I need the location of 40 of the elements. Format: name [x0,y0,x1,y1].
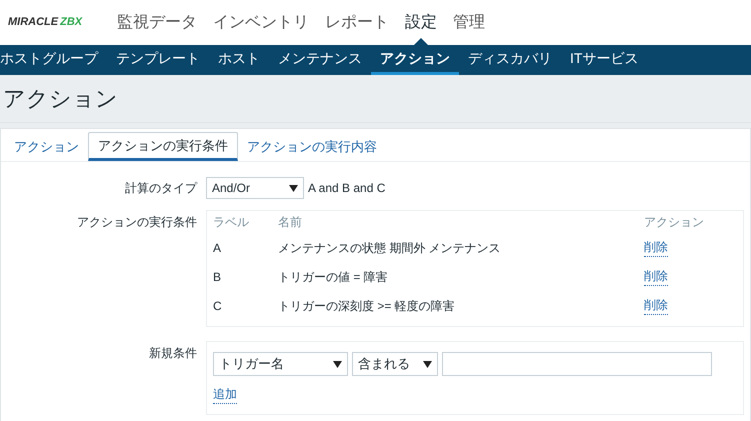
main-menu-item[interactable]: 管理 [453,10,485,34]
column-header: ラベル [213,214,250,231]
page-title: アクション [3,85,118,113]
caret-icon [289,184,298,192]
main-menu-item[interactable]: 監視データ [117,10,197,34]
sub-menu-item[interactable]: アクション [371,45,459,75]
sub-menu-item[interactable]: ディスカバリ [459,45,561,75]
formula-text: A and B and C [308,180,386,197]
add-link[interactable]: 追加 [213,385,237,404]
condition-type-select[interactable]: トリガー名 [213,352,348,376]
column-header: 名前 [278,214,303,231]
value-input[interactable] [442,352,712,376]
field-label: アクションの実行条件 [76,214,198,231]
table-cell-text: B [213,268,222,286]
table-cell-text: A [213,240,222,256]
table-cell-text: C [213,298,223,314]
main-menu-item[interactable]: 設定 [405,10,437,34]
table-cell-text: メンテナンスの状態 期間外 メンテナンス [278,240,502,256]
operator-select[interactable]: 含まれる [352,352,438,376]
tab[interactable]: アクション [5,132,88,161]
sub-menu-item[interactable]: テンプレート [107,45,209,75]
caret-icon [333,360,342,368]
table-cell-text: トリガーの値 = 障害 [278,268,389,286]
field-label: 新規条件 [148,345,198,362]
remove-link[interactable]: 削除 [644,238,668,257]
tab[interactable]: アクションの実行条件 [88,132,238,161]
main-menu-item[interactable]: レポート [325,10,389,34]
sub-menu-item[interactable]: メンテナンス [269,45,371,75]
calc-type-select[interactable]: And/Or [206,177,304,199]
sub-menu-item[interactable]: ホスト [209,45,269,75]
sub-menu-item[interactable]: ITサービス [561,45,648,75]
remove-link[interactable]: 削除 [644,267,668,286]
caret-icon [423,360,432,368]
sub-menu-item[interactable]: ホストグループ [0,45,107,75]
main-menu-item[interactable]: インベントリ [213,10,309,34]
tab[interactable]: アクションの実行内容 [238,132,386,161]
remove-link[interactable]: 削除 [644,296,668,315]
table-cell-text: トリガーの深刻度 >= 軽度の障害 [278,298,456,314]
column-header: アクション [644,214,704,231]
field-label: 計算のタイプ [124,180,198,197]
